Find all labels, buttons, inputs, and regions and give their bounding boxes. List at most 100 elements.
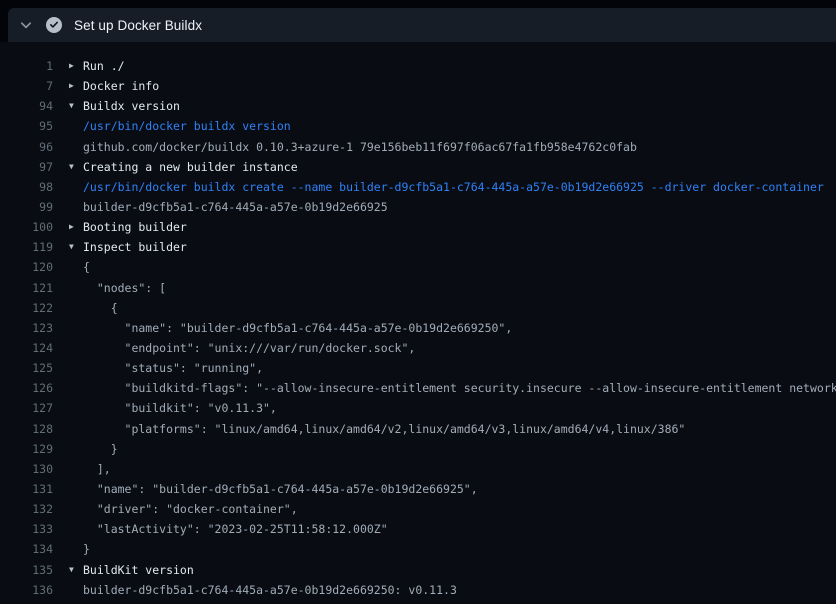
toggle-spacer bbox=[69, 278, 83, 298]
log-text: "endpoint": "unix:///var/run/docker.sock… bbox=[83, 338, 836, 358]
toggle-spacer bbox=[69, 419, 83, 439]
log-line: 127 "buildkit": "v0.11.3", bbox=[0, 398, 836, 418]
log-line: 95/usr/bin/docker buildx version bbox=[0, 116, 836, 136]
log-text: { bbox=[83, 298, 836, 318]
group-collapse-icon[interactable]: ▼ bbox=[69, 96, 83, 116]
toggle-spacer bbox=[69, 439, 83, 459]
command-text: /usr/bin/docker buildx create --name bui… bbox=[83, 177, 836, 197]
line-number[interactable]: 128 bbox=[0, 419, 53, 439]
line-number[interactable]: 136 bbox=[0, 580, 53, 600]
log-text: { bbox=[83, 257, 836, 277]
toggle-spacer bbox=[69, 519, 83, 539]
chevron-down-icon[interactable] bbox=[19, 18, 33, 32]
log-line: 120 { bbox=[0, 257, 836, 277]
group-title[interactable]: Docker info bbox=[83, 76, 836, 96]
toggle-spacer bbox=[69, 398, 83, 418]
group-title[interactable]: Inspect builder bbox=[83, 237, 836, 257]
log-line: 132 "driver": "docker-container", bbox=[0, 499, 836, 519]
log-line: 96 github.com/docker/buildx 0.10.3+azure-… bbox=[0, 137, 836, 157]
log-group-line[interactable]: 97 ▼Creating a new builder instance bbox=[0, 157, 836, 177]
log-text: "buildkitd-flags": "--allow-insecure-ent… bbox=[83, 378, 836, 398]
log-line: 134} bbox=[0, 539, 836, 559]
group-collapse-icon[interactable]: ▼ bbox=[69, 157, 83, 177]
log-group-line[interactable]: 135 ▼BuildKit version bbox=[0, 560, 836, 580]
line-number[interactable]: 127 bbox=[0, 398, 53, 418]
line-number[interactable]: 135 bbox=[0, 560, 53, 580]
log-line: 129 } bbox=[0, 439, 836, 459]
group-collapse-icon[interactable]: ▼ bbox=[69, 560, 83, 580]
line-number[interactable]: 94 bbox=[0, 96, 53, 116]
line-number[interactable]: 100 bbox=[0, 217, 53, 237]
line-number[interactable]: 98 bbox=[0, 177, 53, 197]
step-status-success-icon bbox=[46, 17, 62, 33]
line-number[interactable]: 132 bbox=[0, 499, 53, 519]
toggle-spacer bbox=[69, 177, 83, 197]
log-group-line[interactable]: 119 ▼Inspect builder bbox=[0, 237, 836, 257]
line-number[interactable]: 123 bbox=[0, 318, 53, 338]
toggle-spacer bbox=[69, 116, 83, 136]
group-title[interactable]: Creating a new builder instance bbox=[83, 157, 836, 177]
line-number[interactable]: 120 bbox=[0, 257, 53, 277]
log-line: 128 "platforms": "linux/amd64,linux/amd6… bbox=[0, 419, 836, 439]
log-text: ], bbox=[83, 459, 836, 479]
line-number[interactable]: 134 bbox=[0, 539, 53, 559]
log-group-line[interactable]: 100 ▶Booting builder bbox=[0, 217, 836, 237]
log-group-line[interactable]: 1 ▶Run ./ bbox=[0, 56, 836, 76]
step-header[interactable]: Set up Docker Buildx bbox=[8, 8, 836, 42]
line-number[interactable]: 133 bbox=[0, 519, 53, 539]
group-title[interactable]: Booting builder bbox=[83, 217, 836, 237]
log-group-line[interactable]: 7 ▶Docker info bbox=[0, 76, 836, 96]
group-title[interactable]: BuildKit version bbox=[83, 560, 836, 580]
group-title[interactable]: Buildx version bbox=[83, 96, 836, 116]
toggle-spacer bbox=[69, 137, 83, 157]
group-collapse-icon[interactable]: ▼ bbox=[69, 237, 83, 257]
toggle-spacer bbox=[69, 499, 83, 519]
line-number[interactable]: 97 bbox=[0, 157, 53, 177]
log-text: builder-d9cfb5a1-c764-445a-a57e-0b19d2e6… bbox=[83, 197, 836, 217]
toggle-spacer bbox=[69, 197, 83, 217]
log-text: } bbox=[83, 439, 836, 459]
log-line: 121 "nodes": [ bbox=[0, 278, 836, 298]
log-line: 126 "buildkitd-flags": "--allow-insecure… bbox=[0, 378, 836, 398]
line-number[interactable]: 124 bbox=[0, 338, 53, 358]
log-text: "name": "builder-d9cfb5a1-c764-445a-a57e… bbox=[83, 479, 836, 499]
line-number[interactable]: 126 bbox=[0, 378, 53, 398]
log-text: github.com/docker/buildx 0.10.3+azure-1 … bbox=[83, 137, 836, 157]
line-number[interactable]: 96 bbox=[0, 137, 53, 157]
group-expand-icon[interactable]: ▶ bbox=[69, 217, 83, 237]
toggle-spacer bbox=[69, 459, 83, 479]
line-number[interactable]: 125 bbox=[0, 358, 53, 378]
log-text: "lastActivity": "2023-02-25T11:58:12.000… bbox=[83, 519, 836, 539]
log-line: 133 "lastActivity": "2023-02-25T11:58:12… bbox=[0, 519, 836, 539]
toggle-spacer bbox=[69, 338, 83, 358]
line-number[interactable]: 121 bbox=[0, 278, 53, 298]
line-number[interactable]: 129 bbox=[0, 439, 53, 459]
group-expand-icon[interactable]: ▶ bbox=[69, 76, 83, 96]
toggle-spacer bbox=[69, 479, 83, 499]
group-expand-icon[interactable]: ▶ bbox=[69, 56, 83, 76]
log-text: "buildkit": "v0.11.3", bbox=[83, 398, 836, 418]
line-number[interactable]: 131 bbox=[0, 479, 53, 499]
group-title[interactable]: Run ./ bbox=[83, 56, 836, 76]
log-text: } bbox=[83, 539, 836, 559]
log-line: 124 "endpoint": "unix:///var/run/docker.… bbox=[0, 338, 836, 358]
log-line: 136 builder-d9cfb5a1-c764-445a-a57e-0b19d… bbox=[0, 580, 836, 600]
line-number[interactable]: 99 bbox=[0, 197, 53, 217]
line-number[interactable]: 119 bbox=[0, 237, 53, 257]
line-number[interactable]: 122 bbox=[0, 298, 53, 318]
log-text: "name": "builder-d9cfb5a1-c764-445a-a57e… bbox=[83, 318, 836, 338]
command-text: /usr/bin/docker buildx version bbox=[83, 116, 836, 136]
log-group-line[interactable]: 94 ▼Buildx version bbox=[0, 96, 836, 116]
line-number[interactable]: 95 bbox=[0, 116, 53, 136]
log-text: builder-d9cfb5a1-c764-445a-a57e-0b19d2e6… bbox=[83, 580, 836, 600]
toggle-spacer bbox=[69, 378, 83, 398]
log-line: 122 { bbox=[0, 298, 836, 318]
line-number[interactable]: 7 bbox=[0, 76, 53, 96]
line-number[interactable]: 130 bbox=[0, 459, 53, 479]
log-text: "driver": "docker-container", bbox=[83, 499, 836, 519]
log-text: "status": "running", bbox=[83, 358, 836, 378]
log-line: 98/usr/bin/docker buildx create --name b… bbox=[0, 177, 836, 197]
toggle-spacer bbox=[69, 358, 83, 378]
log-text: "nodes": [ bbox=[83, 278, 836, 298]
line-number[interactable]: 1 bbox=[0, 56, 53, 76]
